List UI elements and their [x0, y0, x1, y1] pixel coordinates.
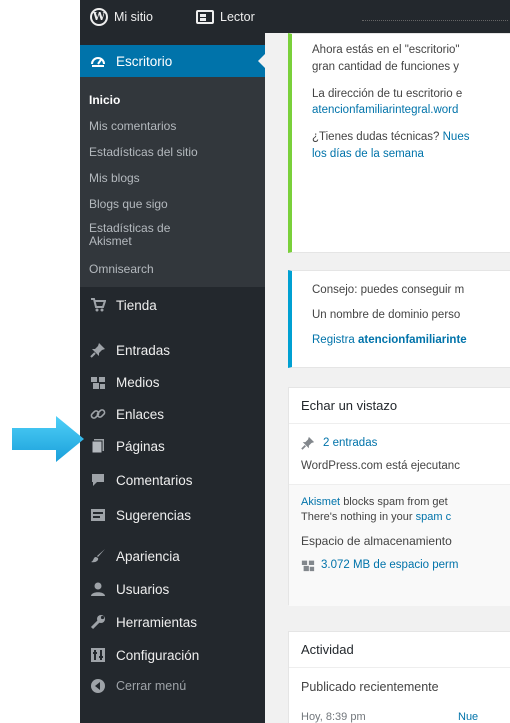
running-text: WordPress.com está ejecutanc	[301, 460, 460, 472]
welcome-text-line: La dirección de tu escritorio e	[312, 88, 463, 100]
media-icon	[301, 558, 315, 572]
dashboard-url-link[interactable]: atencionfamiliarintegral.word	[312, 104, 458, 117]
pin-icon	[90, 342, 106, 358]
recent-post-link[interactable]: Nue	[458, 711, 478, 723]
welcome-text-line: ¿Tienes dudas técnicas? Nues	[312, 131, 469, 144]
storage-link[interactable]: 3.072 MB de espacio perm	[301, 558, 458, 572]
dashboard-main: Ahora estás en el "escritorio" gran cant…	[265, 33, 510, 723]
sidebar-item-label: Entradas	[116, 342, 171, 358]
submenu-item-my-blogs[interactable]: Mis blogs	[89, 172, 140, 185]
register-domain-link[interactable]: Registra atencionfamiliarinte	[312, 334, 467, 347]
submenu-item-inicio[interactable]: Inicio	[89, 94, 120, 107]
pointer-arrow-icon	[10, 414, 86, 464]
submenu-item-site-stats[interactable]: Estadísticas del sitio	[89, 146, 198, 159]
storage-heading: Espacio de almacenamiento	[301, 534, 452, 548]
sidebar-item-label: Páginas	[116, 438, 165, 454]
sidebar-item-tienda[interactable]: Tienda	[80, 290, 265, 320]
akismet-text: blocks spam from get	[343, 496, 448, 508]
notice-text-line: Consejo: puedes conseguir m	[312, 284, 465, 296]
sidebar-item-apariencia[interactable]: Apariencia	[80, 541, 265, 571]
welcome-text-line: gran cantidad de funciones y	[312, 61, 460, 73]
sidebar-item-sugerencias[interactable]: Sugerencias	[80, 500, 265, 530]
brush-icon	[90, 548, 106, 564]
akismet-line: Akismet blocks spam from get	[301, 496, 448, 509]
sidebar-item-comentarios[interactable]: Comentarios	[80, 465, 265, 495]
submenu-label-line2: Akismet	[89, 234, 132, 248]
submenu-item-comments[interactable]: Mis comentarios	[89, 120, 176, 133]
sidebar-item-label: Herramientas	[116, 614, 198, 630]
register-link-domain: atencionfamiliarinte	[358, 334, 467, 346]
admin-bar: W Mi sitio Lector	[80, 0, 510, 33]
sidebar-item-label: Comentarios	[116, 472, 193, 488]
sidebar-item-label: Enlaces	[116, 406, 165, 422]
collapse-menu-button[interactable]: Cerrar menú	[80, 671, 265, 701]
posts-count-label: 2 entradas	[323, 436, 378, 449]
post-time: Hoy, 8:39 pm	[301, 711, 366, 723]
sidebar-item-escritorio[interactable]: Escritorio	[80, 45, 266, 77]
support-link-continued[interactable]: los días de la semana	[312, 148, 424, 161]
sidebar-item-usuarios[interactable]: Usuarios	[80, 574, 265, 604]
sidebar-item-label: Escritorio	[116, 53, 173, 69]
register-link-prefix: Registra	[312, 334, 355, 346]
link-icon	[90, 406, 106, 422]
reader-menu[interactable]: Lector	[196, 8, 255, 26]
reader-icon	[196, 10, 214, 24]
sidebar-item-enlaces[interactable]: Enlaces	[80, 399, 265, 429]
dashboard-icon	[90, 53, 106, 69]
recently-published-heading: Publicado recientemente	[301, 680, 439, 694]
reader-label: Lector	[220, 10, 255, 24]
media-icon	[90, 374, 106, 390]
sidebar-item-configuracion[interactable]: Configuración	[80, 640, 265, 670]
sidebar-item-paginas[interactable]: Páginas	[80, 431, 265, 461]
my-site-menu[interactable]: W Mi sitio	[90, 8, 153, 26]
welcome-text-line: Ahora estás en el "escritorio"	[312, 44, 460, 56]
submenu-item-followed-blogs[interactable]: Blogs que sigo	[89, 198, 168, 211]
domain-notice: Consejo: puedes conseguir m Un nombre de…	[288, 270, 510, 368]
spam-link[interactable]: spam c	[416, 511, 451, 523]
submenu-item-omnisearch[interactable]: Omnisearch	[89, 263, 154, 276]
support-question: ¿Tienes dudas técnicas?	[312, 131, 440, 143]
comment-icon	[90, 472, 106, 488]
sidebar-item-label: Tienda	[116, 297, 157, 313]
adminbar-divider	[362, 20, 508, 21]
my-site-label: Mi sitio	[114, 10, 153, 24]
widget-title: Echar un vistazo	[289, 388, 510, 424]
feedback-icon	[90, 507, 106, 523]
cart-icon	[90, 297, 106, 313]
notice-text-line: Un nombre de dominio perso	[312, 309, 461, 321]
at-a-glance-widget: Echar un vistazo 2 entradas WordPress.co…	[288, 387, 510, 606]
sidebar-item-entradas[interactable]: Entradas	[80, 335, 265, 365]
collapse-icon	[90, 678, 106, 694]
wordpress-logo-icon: W	[90, 8, 108, 26]
spam-text: There's nothing in your	[301, 511, 413, 523]
spam-line: There's nothing in your spam c	[301, 511, 451, 524]
pin-icon	[301, 436, 315, 450]
user-icon	[90, 581, 106, 597]
sidebar-item-label: Cerrar menú	[116, 679, 187, 693]
page-icon	[90, 438, 106, 454]
submenu-item-akismet-stats[interactable]: Estadísticas de Akismet	[89, 222, 170, 248]
storage-label: 3.072 MB de espacio perm	[321, 558, 459, 571]
welcome-panel: Ahora estás en el "escritorio" gran cant…	[288, 33, 510, 253]
settings-icon	[90, 647, 106, 663]
sidebar-item-label: Usuarios	[116, 581, 170, 597]
widget-title: Actividad	[289, 632, 510, 668]
sidebar-item-medios[interactable]: Medios	[80, 367, 265, 397]
support-link[interactable]: Nues	[443, 131, 470, 143]
wrench-icon	[90, 614, 106, 630]
akismet-section: Akismet blocks spam from get There's not…	[289, 484, 510, 606]
sidebar-item-label: Apariencia	[116, 548, 180, 564]
sidebar-item-label: Medios	[116, 374, 160, 390]
dashboard-submenu: Inicio Mis comentarios Estadísticas del …	[80, 77, 265, 287]
akismet-link[interactable]: Akismet	[301, 496, 340, 508]
posts-count-link[interactable]: 2 entradas	[301, 436, 377, 450]
activity-widget: Actividad Publicado recientemente Hoy, 8…	[288, 631, 510, 723]
sidebar-item-herramientas[interactable]: Herramientas	[80, 607, 265, 637]
admin-sidebar: Escritorio Inicio Mis comentarios Estadí…	[80, 33, 266, 723]
sidebar-item-label: Configuración	[116, 647, 200, 663]
sidebar-item-label: Sugerencias	[116, 507, 192, 523]
